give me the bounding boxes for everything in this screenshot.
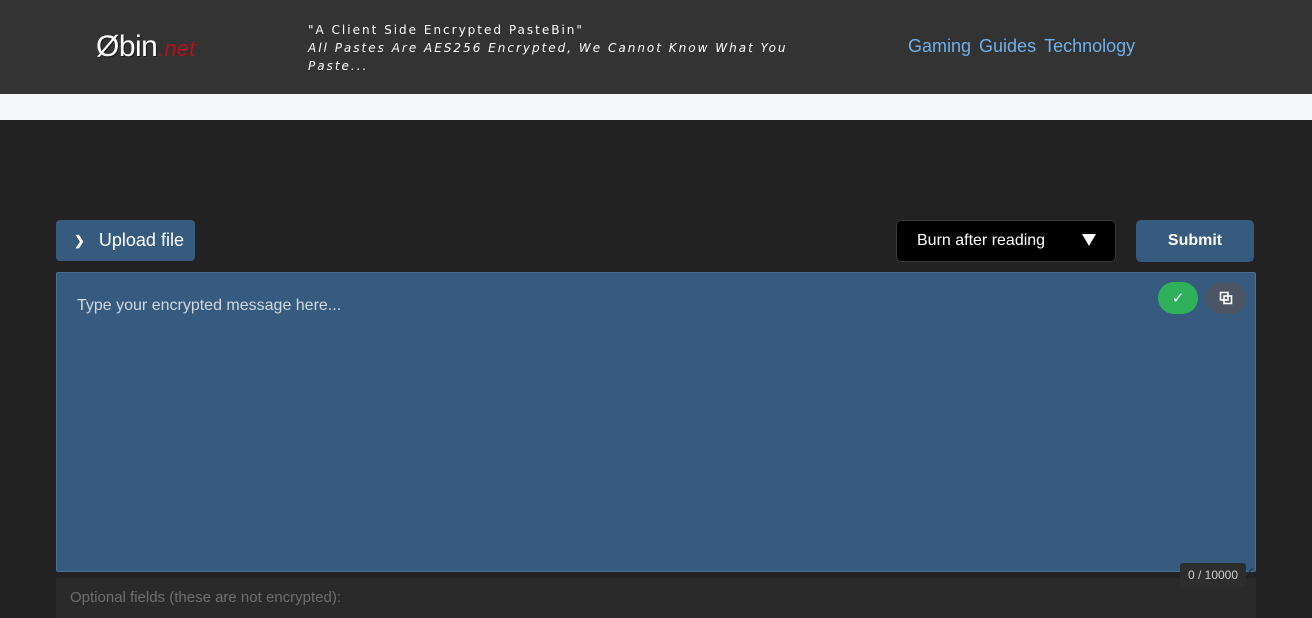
copy-icon[interactable]	[1206, 282, 1246, 314]
top-nav: Gaming Guides Technology	[908, 36, 1135, 57]
chevron-right-icon: ❯	[74, 232, 85, 248]
message-input[interactable]	[57, 273, 1255, 571]
expiration-selected-value: Burn after reading	[917, 232, 1046, 249]
site-logo[interactable]: Øbin .net	[96, 30, 195, 64]
logo-tld-text: .net	[158, 36, 196, 61]
site-header: Øbin .net "A Client Side Encrypted Paste…	[0, 0, 1312, 94]
header-divider-strip	[0, 94, 1312, 120]
caret-down-icon	[1082, 234, 1096, 246]
message-editor	[56, 272, 1256, 572]
check-icon[interactable]: ✓	[1158, 282, 1198, 314]
tagline-title: "A Client Side Encrypted PasteBin"	[308, 23, 584, 37]
nav-link-gaming[interactable]: Gaming	[908, 36, 971, 57]
logo-main-text: Øbin	[96, 30, 158, 63]
upload-file-button[interactable]: ❯ Upload file	[56, 220, 195, 261]
tagline: "A Client Side Encrypted PasteBin" All P…	[308, 21, 788, 75]
nav-link-guides[interactable]: Guides	[979, 36, 1036, 57]
tagline-subtitle: All Pastes Are AES256 Encrypted, We Cann…	[308, 41, 788, 73]
character-counter: 0 / 10000	[1180, 563, 1246, 587]
submit-button[interactable]: Submit	[1136, 220, 1254, 262]
optional-fields-label: Optional fields (these are not encrypted…	[70, 589, 341, 606]
expiration-select[interactable]: Burn after reading	[896, 220, 1116, 262]
nav-link-technology[interactable]: Technology	[1044, 36, 1135, 57]
upload-file-label: Upload file	[98, 230, 184, 250]
